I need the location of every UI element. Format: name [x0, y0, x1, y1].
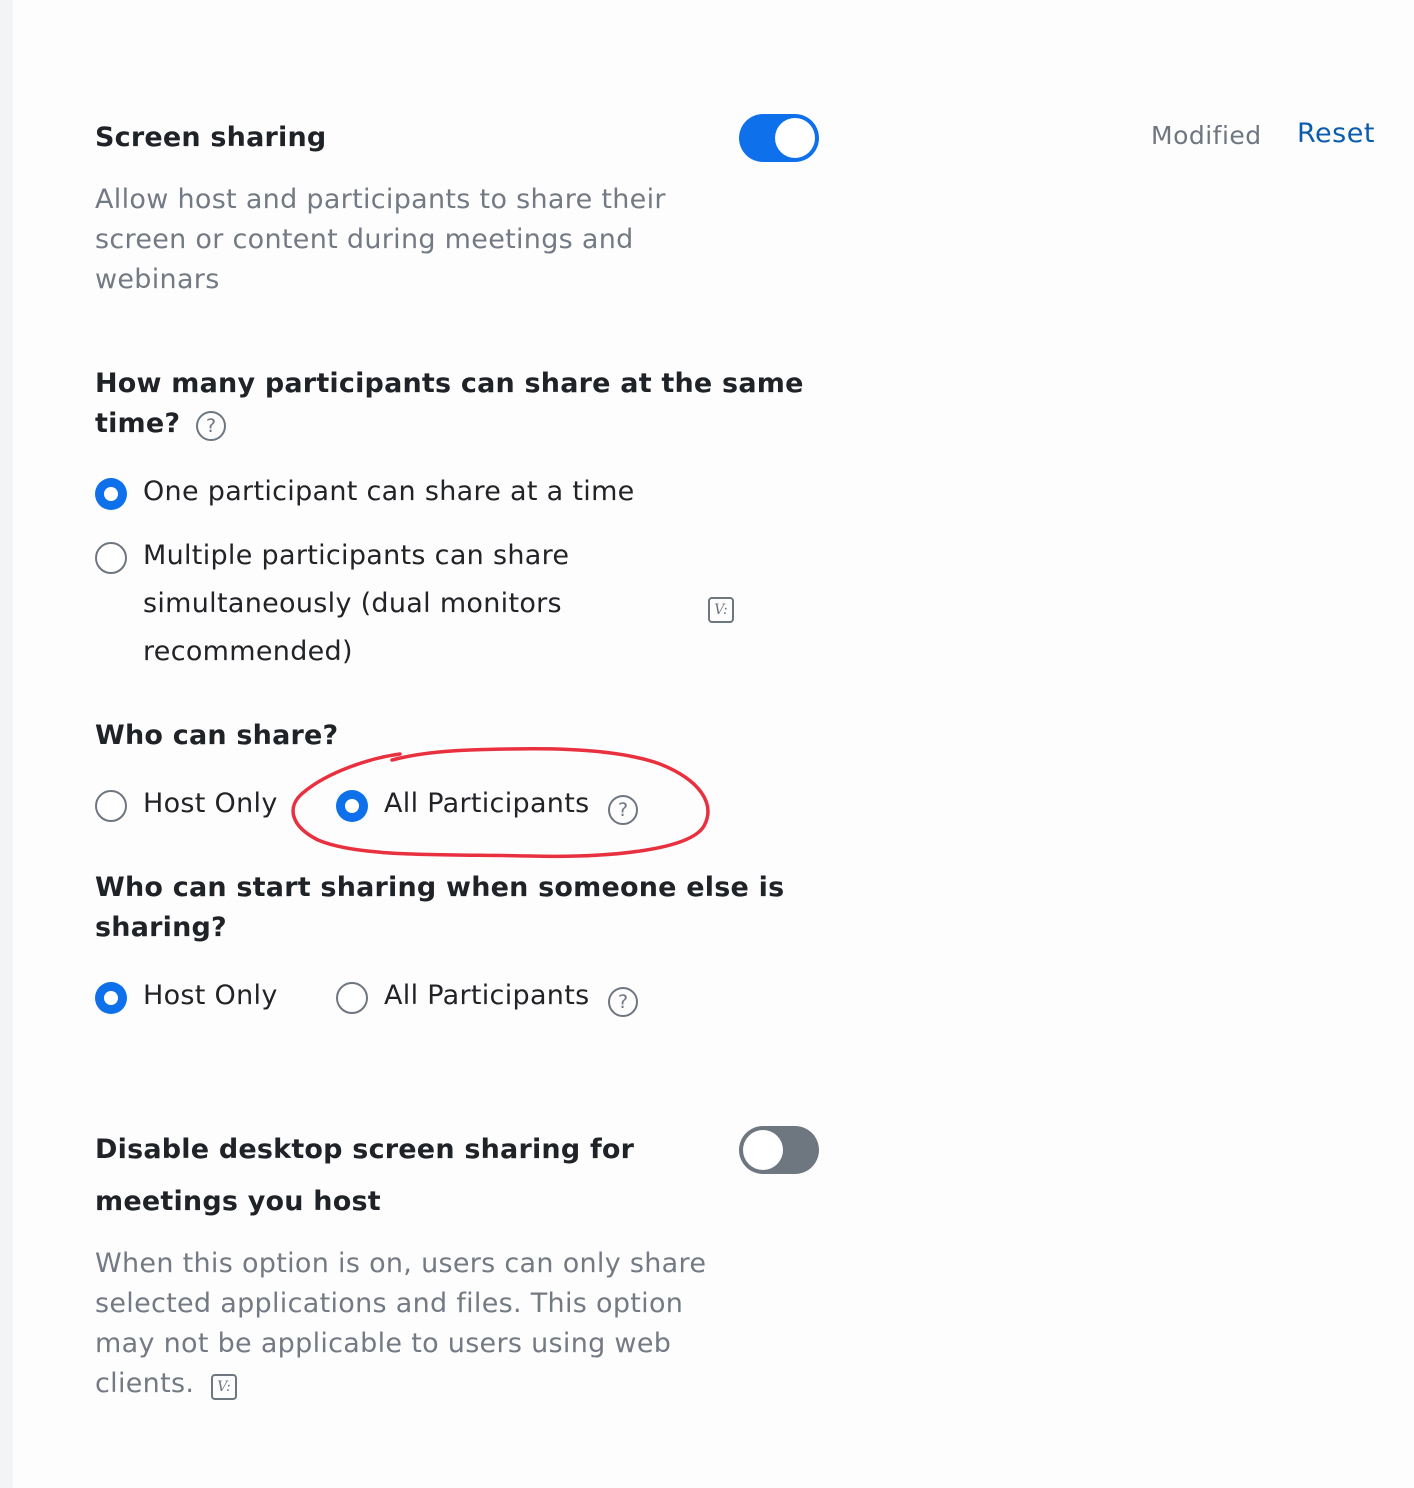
radio-who-can-start-all-participants[interactable]	[336, 982, 368, 1014]
who-can-share-host-only-label: Host Only	[143, 788, 278, 819]
radio-who-can-share-host-only[interactable]	[95, 790, 127, 822]
who-can-start-question-cont: sharing?	[95, 912, 227, 943]
disable-desktop-toggle[interactable]	[739, 1126, 819, 1174]
option-line: recommended)	[143, 636, 353, 667]
disable-desktop-title: Disable desktop screen sharing for	[95, 1134, 635, 1165]
option-line: Multiple participants can share	[143, 540, 570, 571]
disable-desktop-title-cont: meetings you host	[95, 1186, 381, 1217]
option-multiple-participants-label: Multiple participants can share simultan…	[143, 532, 569, 676]
description-line: Allow host and participants to share the…	[95, 184, 666, 215]
who-can-start-host-only-label: Host Only	[143, 980, 278, 1011]
description-line: selected applications and files. This op…	[95, 1288, 684, 1319]
radio-multiple-participants[interactable]	[95, 542, 127, 574]
radio-who-can-start-host-only[interactable]	[95, 982, 127, 1014]
radio-one-participant[interactable]	[95, 478, 127, 510]
description-line: webinars	[95, 264, 220, 295]
reset-link[interactable]: Reset	[1297, 118, 1375, 149]
help-icon[interactable]: ?	[196, 411, 226, 441]
who-can-start-question: Who can start sharing when someone else …	[95, 872, 785, 903]
screen-sharing-description: Allow host and participants to share the…	[95, 180, 666, 300]
option-one-participant-label: One participant can share at a time	[143, 476, 635, 507]
concurrent-share-question-cont: time?	[95, 408, 181, 439]
toggle-knob	[775, 118, 815, 158]
screen-sharing-title: Screen sharing	[95, 122, 327, 153]
concurrent-share-question: How many participants can share at the s…	[95, 368, 804, 399]
annotation-circle	[291, 747, 710, 859]
option-line: simultaneously (dual monitors	[143, 588, 562, 619]
description-line: screen or content during meetings and	[95, 224, 634, 255]
who-can-start-all-participants-label: All Participants	[384, 980, 590, 1011]
screen-sharing-toggle[interactable]	[739, 114, 819, 162]
disable-desktop-description: When this option is on, users can only s…	[95, 1244, 706, 1404]
toggle-knob	[743, 1130, 783, 1170]
description-line: clients.	[95, 1368, 195, 1399]
description-line: may not be applicable to users using web	[95, 1328, 672, 1359]
help-icon[interactable]: ?	[608, 987, 638, 1017]
description-line-last: clients.	[95, 1364, 706, 1404]
description-line: When this option is on, users can only s…	[95, 1248, 707, 1279]
version-icon[interactable]: V:	[211, 1374, 237, 1400]
version-icon[interactable]: V:	[708, 597, 734, 623]
modified-status: Modified	[1151, 121, 1262, 150]
